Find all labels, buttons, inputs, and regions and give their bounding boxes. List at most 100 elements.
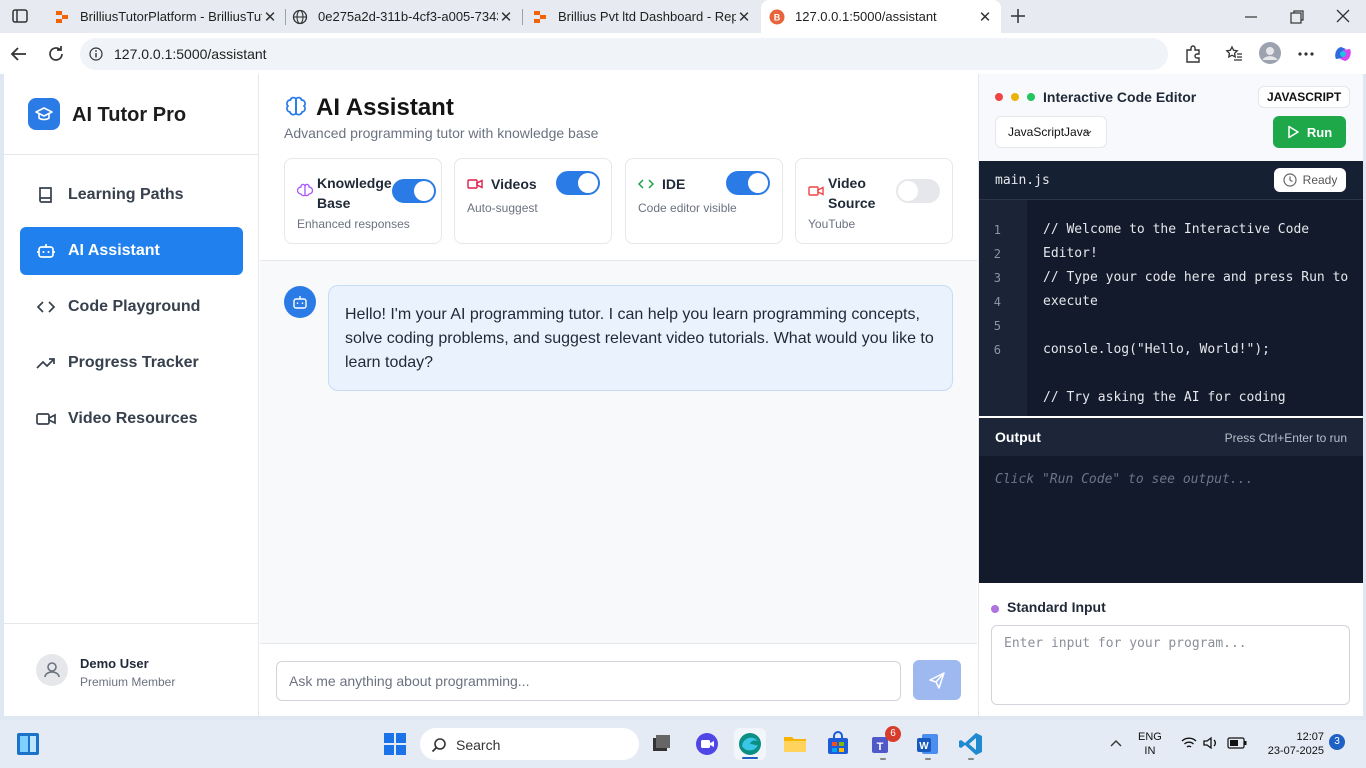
page-title: AI Assistant (316, 94, 454, 121)
windows-start-icon[interactable] (383, 732, 407, 756)
sidebar-item-code-playground[interactable]: Code Playground (20, 283, 243, 331)
browser-tab-2[interactable]: 0e275a2d-311b-4cf3-a005-7343e ✕ (284, 0, 522, 33)
close-tab-icon[interactable]: ✕ (262, 8, 278, 26)
knowledge-base-toggle[interactable] (392, 179, 436, 203)
status-text: Ready (1302, 173, 1338, 187)
stdin-input[interactable] (991, 625, 1350, 705)
widgets-icon[interactable] (16, 732, 40, 756)
bot-icon (293, 296, 307, 309)
line-number: 2 (993, 247, 1001, 261)
brain-icon (297, 183, 313, 197)
tab-title: 127.0.0.1:5000/assistant (795, 9, 937, 24)
ide-toggle[interactable] (726, 171, 770, 195)
svg-text:W: W (919, 741, 929, 752)
editor-title: Interactive Code Editor (1043, 89, 1197, 105)
system-clock[interactable]: 12:07 23-07-2025 (1258, 730, 1324, 758)
sidebar-item-video-resources[interactable]: Video Resources (20, 395, 243, 443)
close-tab-icon[interactable]: ✕ (736, 8, 752, 26)
clock-icon (1283, 173, 1297, 187)
extensions-icon[interactable] (1184, 45, 1202, 63)
favorites-icon[interactable] (1225, 45, 1243, 63)
sidebar-item-learning-paths[interactable]: Learning Paths (20, 171, 243, 219)
chat-app-button[interactable] (691, 728, 723, 760)
sidebar-item-progress-tracker[interactable]: Progress Tracker (20, 339, 243, 387)
assistant-avatar (284, 286, 316, 318)
wifi-icon[interactable] (1181, 736, 1197, 750)
output-header: Output Press Ctrl+Enter to run (979, 418, 1363, 456)
code-area[interactable]: 1 2 3 4 5 6 // Welcome to the Interactiv… (979, 200, 1363, 416)
browser-tab-3[interactable]: Brillius Pvt ltd Dashboard - Replit ✕ (524, 0, 760, 33)
search-icon (431, 738, 446, 753)
taskbar-search[interactable]: Search (420, 728, 639, 760)
trend-icon (36, 358, 55, 369)
sidebar-item-label: AI Assistant (68, 242, 160, 259)
more-menu-icon[interactable] (1297, 51, 1315, 57)
back-arrow-icon[interactable] (10, 45, 28, 63)
assistant-panel: AI Assistant Advanced programming tutor … (260, 74, 977, 716)
send-icon (929, 672, 945, 689)
output-console: Click "Run Code" to see output... (979, 456, 1363, 583)
card-label: Video Source (828, 175, 876, 211)
window-dot-green (1027, 93, 1035, 101)
site-info-icon[interactable] (89, 47, 103, 61)
edge-button[interactable] (734, 728, 766, 760)
bot-icon (37, 244, 55, 258)
user-profile[interactable]: Demo User Premium Member (4, 623, 259, 716)
tab-separator (522, 9, 523, 25)
word-button[interactable]: W (912, 728, 944, 760)
chat-input-bar (260, 643, 977, 716)
profile-avatar-icon[interactable] (1259, 42, 1281, 64)
close-tab-icon[interactable]: ✕ (977, 8, 993, 26)
graduation-cap-icon (28, 98, 60, 130)
tab-actions-icon[interactable] (12, 8, 28, 24)
video-source-card: Video Source YouTube (795, 158, 953, 244)
browser-tab-1[interactable]: BrilliusTutorPlatform - BrilliusTuto ✕ (46, 0, 286, 33)
address-bar[interactable]: 127.0.0.1:5000/assistant (80, 38, 1168, 70)
language-select[interactable]: JavaScriptJava (995, 116, 1107, 148)
code-line: console.log("Hello, World!"); (1043, 342, 1270, 357)
code-icon (36, 301, 56, 313)
send-button[interactable] (913, 660, 961, 700)
browser-tab-active[interactable]: B 127.0.0.1:5000/assistant ✕ (761, 0, 1001, 33)
store-icon (828, 731, 848, 754)
vscode-button[interactable] (955, 728, 987, 760)
task-view-icon (653, 735, 670, 751)
sidebar: AI Tutor Pro Learning Paths AI Assistant… (4, 74, 259, 716)
taskbar-search-label: Search (456, 737, 501, 753)
restore-icon[interactable] (1290, 10, 1304, 24)
videos-toggle[interactable] (556, 171, 600, 195)
close-tab-icon[interactable]: ✕ (498, 8, 514, 26)
page-subtitle: Advanced programming tutor with knowledg… (284, 125, 599, 141)
window-close-icon[interactable] (1336, 9, 1350, 23)
card-sub: YouTube (808, 217, 856, 231)
minimize-icon[interactable] (1244, 10, 1258, 24)
chat-input[interactable] (276, 661, 901, 701)
tab-title: 0e275a2d-311b-4cf3-a005-7343e (318, 9, 498, 24)
line-number: 4 (993, 295, 1001, 309)
notification-count-badge[interactable]: 3 (1329, 734, 1345, 750)
output-title: Output (995, 429, 1041, 445)
code-editor-panel: Interactive Code Editor JAVASCRIPT JavaS… (978, 74, 1363, 716)
battery-icon[interactable] (1227, 737, 1247, 749)
run-button[interactable]: Run (1273, 116, 1346, 148)
copilot-icon[interactable] (1332, 43, 1354, 65)
sidebar-item-ai-assistant[interactable]: AI Assistant (20, 227, 243, 275)
run-label: Run (1306, 124, 1333, 140)
card-sub: Enhanced responses (297, 217, 410, 231)
vscode-icon (959, 733, 982, 760)
card-sub: Auto-suggest (467, 201, 538, 215)
reload-icon[interactable] (47, 45, 65, 63)
store-button[interactable] (822, 728, 854, 760)
chevron-up-icon[interactable] (1110, 739, 1122, 747)
edge-icon (739, 733, 761, 759)
file-explorer-button[interactable] (779, 728, 811, 760)
task-view-button[interactable] (646, 728, 678, 760)
user-icon (44, 662, 60, 678)
new-tab-icon[interactable] (1010, 8, 1026, 24)
language-indicator[interactable]: ENG IN (1138, 730, 1162, 758)
teams-button[interactable]: T 6 (867, 726, 901, 760)
volume-icon[interactable] (1203, 736, 1219, 750)
assistant-message: Hello! I'm your AI programming tutor. I … (328, 285, 953, 391)
video-source-toggle[interactable] (896, 179, 940, 203)
line-number: 3 (993, 271, 1001, 285)
